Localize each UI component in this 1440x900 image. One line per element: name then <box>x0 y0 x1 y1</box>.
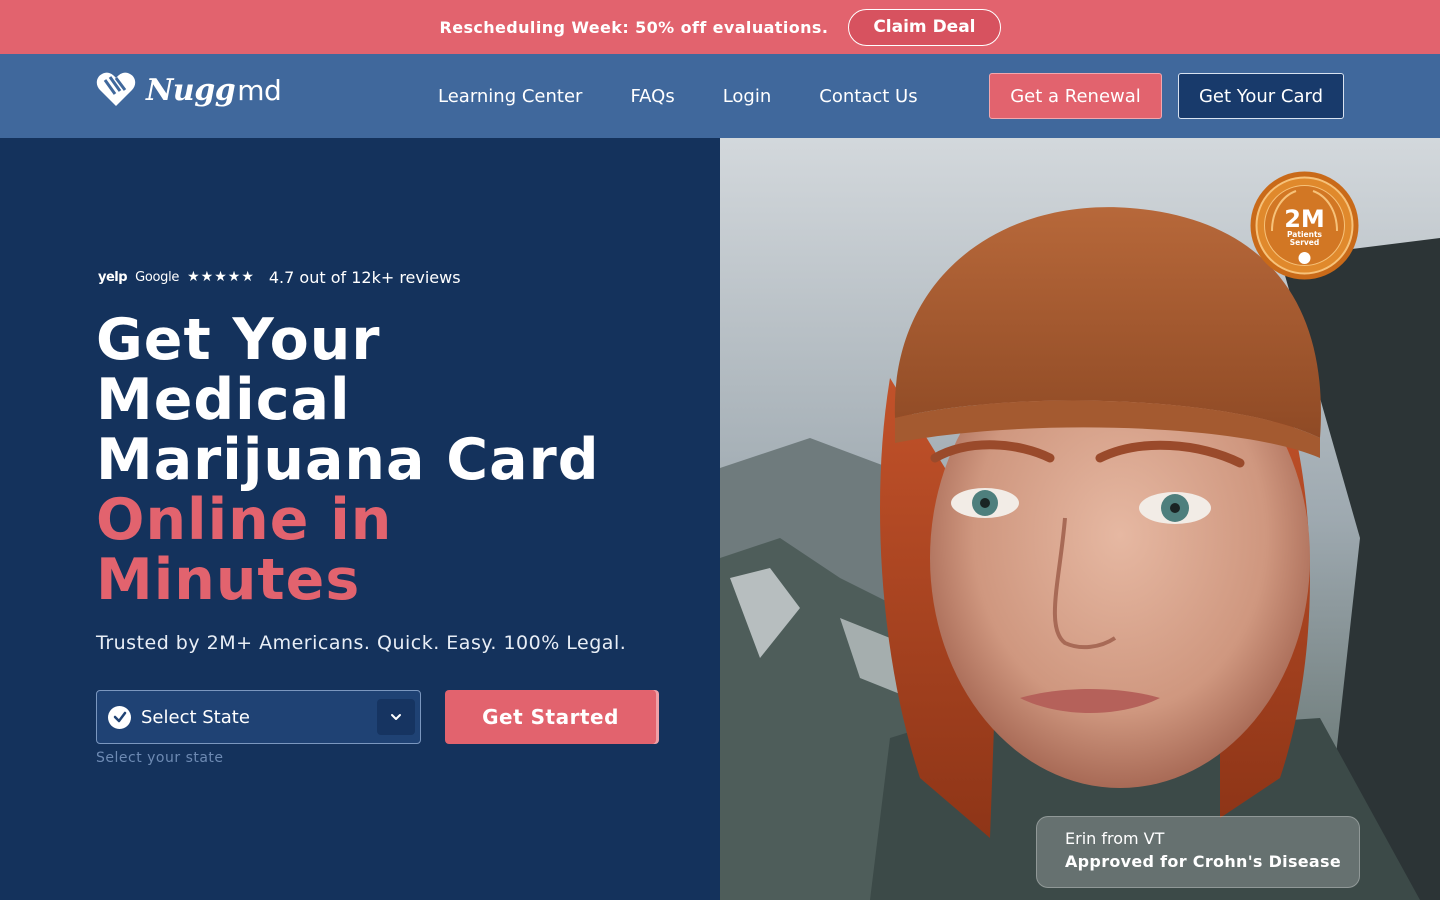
get-renewal-button[interactable]: Get a Renewal <box>989 73 1162 119</box>
hero-section: yelp Google ★★★★★ 4.7 out of 12k+ review… <box>0 138 720 900</box>
patients-served-badge: 2M Patients Served <box>1250 171 1359 280</box>
nav-contact-us[interactable]: Contact Us <box>819 86 917 107</box>
state-select-hint: Select your state <box>96 750 224 766</box>
headline-line-1: Get Your <box>96 307 381 373</box>
main-nav: Learning Center FAQs Login Contact Us <box>438 73 966 119</box>
claim-deal-button[interactable]: Claim Deal <box>848 8 1001 46</box>
badge-line-2: Served <box>1290 238 1320 247</box>
headline-accent-1: Online in <box>96 487 393 553</box>
nav-login[interactable]: Login <box>723 86 772 107</box>
heart-logo-icon <box>96 72 136 106</box>
get-started-button[interactable]: Get Started <box>445 690 656 744</box>
nav-learning-center[interactable]: Learning Center <box>438 86 582 107</box>
headline-line-2: Medical <box>96 367 351 433</box>
yelp-logo: yelp <box>98 269 128 285</box>
hero-subtitle: Trusted by 2M+ Americans. Quick. Easy. 1… <box>96 632 627 654</box>
state-select-value: Select State <box>141 706 250 728</box>
promo-bar: Rescheduling Week: 50% off evaluations. … <box>0 0 1440 54</box>
logo-word: Nugg <box>146 72 236 108</box>
site-header: Nuggmd Learning Center FAQs Login Contac… <box>0 54 1440 138</box>
headline-line-3: Marijuana Card <box>96 427 600 493</box>
check-circle-icon <box>108 705 131 729</box>
testimonial-card: Erin from VT Approved for Crohn's Diseas… <box>1036 816 1360 888</box>
state-select[interactable]: Select State <box>96 690 421 744</box>
google-logo: Google <box>135 269 180 285</box>
site-logo[interactable]: Nuggmd <box>96 72 282 108</box>
testimonial-name: Erin from VT <box>1065 829 1165 848</box>
logo-suffix: md <box>237 73 282 107</box>
star-rating-icon: ★★★★★ <box>187 269 255 285</box>
hero-headline: Get Your Medical Marijuana Card Online i… <box>96 310 696 610</box>
review-text: 4.7 out of 12k+ reviews <box>268 267 461 287</box>
nav-faqs[interactable]: FAQs <box>630 86 674 107</box>
reviews-summary: yelp Google ★★★★★ 4.7 out of 12k+ review… <box>98 266 461 288</box>
promo-text: Rescheduling Week: 50% off evaluations. <box>439 17 829 37</box>
logo-wordmark: Nuggmd <box>146 72 282 108</box>
chevron-down-icon[interactable] <box>377 699 415 735</box>
badge-number: 2M <box>1284 205 1325 233</box>
headline-accent-2: Minutes <box>96 547 361 613</box>
testimonial-condition: Approved for Crohn's Disease <box>1065 852 1342 871</box>
get-your-card-button[interactable]: Get Your Card <box>1178 73 1344 119</box>
